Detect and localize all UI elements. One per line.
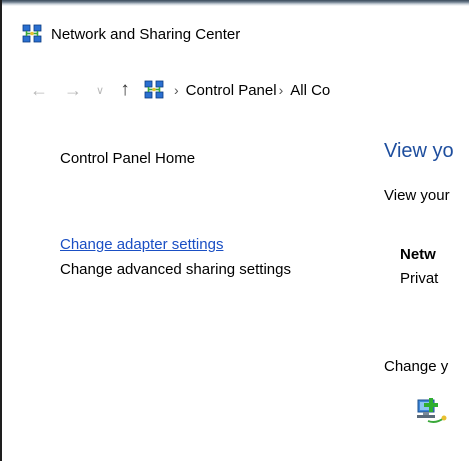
network-name: Netw (400, 246, 436, 263)
new-connection-icon[interactable] (414, 394, 448, 428)
breadcrumb-control-panel[interactable]: Control Panel (186, 82, 277, 99)
change-settings-label: Change y (384, 358, 449, 375)
chevron-down-icon[interactable]: ∨ (94, 79, 106, 101)
forward-arrow-icon[interactable]: → (62, 79, 84, 101)
page-heading: View yo (384, 140, 454, 162)
breadcrumb-separator[interactable]: › (279, 82, 284, 98)
back-arrow-icon[interactable]: ← (28, 79, 50, 101)
navigation-bar: ← → ∨ ↑ › Control Panel › All Co (28, 78, 330, 102)
network-sharing-icon[interactable] (144, 80, 164, 100)
window-left-border (0, 0, 2, 461)
up-arrow-icon[interactable]: ↑ (116, 79, 134, 101)
title-bar: Network and Sharing Center (22, 22, 240, 46)
page-subheading: View your (384, 187, 450, 204)
breadcrumb-separator[interactable]: › (174, 82, 179, 98)
control-panel-home-link[interactable]: Control Panel Home (60, 148, 195, 169)
change-advanced-sharing-settings-link[interactable]: Change advanced sharing settings (60, 259, 310, 280)
window-title: Network and Sharing Center (51, 25, 241, 43)
network-category: Privat (400, 270, 439, 287)
network-sharing-icon (22, 24, 42, 43)
breadcrumb-all-control-panel-items[interactable]: All Co (290, 82, 330, 99)
network-sharing-center-window: Network and Sharing Center ← → ∨ ↑ › Con… (0, 0, 469, 461)
window-top-border (0, 0, 469, 6)
change-adapter-settings-link[interactable]: Change adapter settings (60, 234, 223, 255)
